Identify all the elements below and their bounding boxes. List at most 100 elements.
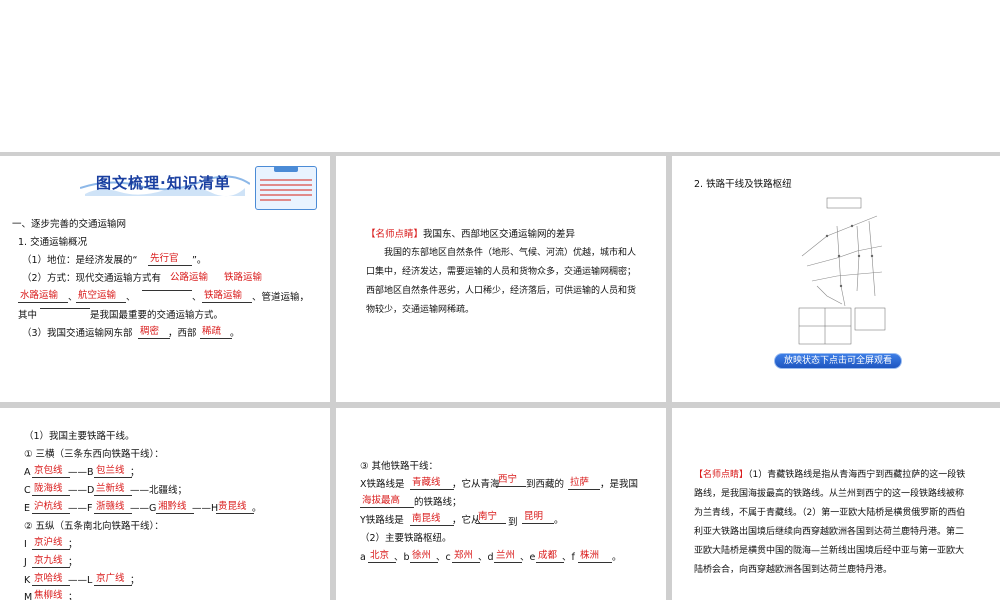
answer-blank: 航空运输 [76,290,126,303]
text-fragment: X铁路线是 [360,479,405,490]
label-letter: M [24,592,33,600]
text-fragment: （3）我国交通运输网东部 [22,328,133,339]
label-letter: E [24,503,31,514]
answer-blank: 海拔最高 [360,495,414,508]
text-line: ② 五纵（五条南北向铁路干线）： [24,521,164,532]
answer-blank: 陇海线 [32,483,70,496]
text-fragment: ——北疆线； [130,485,188,496]
text-fragment: ； [130,467,140,478]
text-fragment: 、d [478,552,494,563]
text-fragment: ——B [68,467,94,478]
teacher-tip-body: 我国的东部地区自然条件（地形、气候、河流）优越，城市和人口集中，经济发达，需要运… [366,248,637,315]
answer-blank: 浙赣线 [94,501,132,514]
label-letter: J [24,557,27,568]
text-line: ① 三横（三条东西向铁路干线）： [24,449,164,460]
teacher-tip-tag: 【名师点睛】 [366,229,424,240]
answer-blank: 稀疏 [200,326,232,339]
text-fragment: ； [68,592,78,600]
text-fragment: ； [68,557,78,568]
answer-blank: 先行官 [148,253,192,266]
answer-blank: 京九线 [32,555,70,568]
slide-teacher-tip-east-west[interactable]: 【名师点睛】我国东、西部地区交通运输网的差异 我国的东部地区自然条件（地形、气候… [336,156,666,402]
slide-title: 2. 铁路干线及铁路枢纽 [694,179,792,190]
text-fragment: 、 [126,292,136,303]
teacher-tip-body: （1）青藏铁路线是指从青海西宁到西藏拉萨的这一段铁路线，是我国海拔最高的铁路线。… [694,470,966,575]
text-fragment: ，它从青海 [452,479,500,490]
label-letter: a [360,552,366,563]
text-fragment: 。 [252,503,262,514]
answer-blank: 拉萨 [568,477,600,490]
answer-blank: 焦柳线 [32,590,70,600]
answer-blank: 稠密 [138,326,170,339]
fullscreen-play-button[interactable]: 放映状态下点击可全屏观看 [774,353,902,369]
text-fragment: 到 [508,517,518,528]
text-fragment: ； [68,539,78,550]
slide-railway-map[interactable]: 2. 铁路干线及铁路枢纽 放映状态下点击可全屏观看 [672,156,1000,402]
answer-blank: 水路运输 [18,290,68,303]
text-fragment: ——D [68,485,95,496]
answer-blank: 京哈线 [32,573,70,586]
answer-text: 铁路运输 [224,272,263,283]
answer-blank: 贵昆线 [216,501,254,514]
text-fragment: 、c [436,552,451,563]
text-fragment: ——F [68,503,93,514]
text-fragment: 、f [562,552,575,563]
answer-blank: 兰新线 [94,483,132,496]
label-letter: I [24,539,27,550]
answer-blank: 株洲 [578,550,612,563]
text-fragment: 是我国最重要的交通运输方式。 [90,310,224,321]
answer-text: 公路运输 [170,272,209,283]
text-fragment: 其中 [18,310,38,321]
text-fragment: ——G [130,503,157,514]
answer-blank: 沪杭线 [32,501,70,514]
slide-teacher-tip-railways[interactable]: 【名师点睛】（1）青藏铁路线是指从青海西宁到西藏拉萨的这一段铁路线，是我国海拔最… [672,408,1000,600]
subsection-heading: 1. 交通运输概况 [18,237,88,248]
section-heading: 一、逐步完善的交通运输网 [12,219,127,230]
answer-blank: 京包线 [32,465,70,478]
label-letter: C [24,485,31,496]
tip-note-box [255,166,317,210]
teacher-tip-title: 我国东、西部地区交通运输网的差异 [423,229,576,240]
answer-blank: 兰州 [494,550,522,563]
answer-blank: 南昆线 [410,513,454,526]
text-fragment: ——H [192,503,219,514]
text-fragment: 到西藏的 [526,479,565,490]
text-fragment: 。 [554,515,564,526]
answer-blank: 湘黔线 [156,501,194,514]
answer-blank: 郑州 [452,550,480,563]
answer-blank: 西宁 [496,474,526,487]
answer-blank: 包兰线 [94,465,132,478]
answer-blank-empty [40,308,90,309]
answer-blank-empty [142,290,192,291]
railway-map-image [798,197,886,345]
slide-knowledge-list[interactable]: 图文梳理·知识清单 一、逐步完善的交通运输网 1. 交通运输概况 （1）地位：是… [0,156,330,402]
teacher-tip-tag: 【名师点睛】 [694,470,749,480]
slide-main-railways[interactable]: （1）我国主要铁路干线。 ① 三横（三条东西向铁路干线）： A 京包线 ——B … [0,408,330,600]
text-fragment: 。 [612,552,622,563]
answer-blank: 北京 [368,550,396,563]
answer-blank: 南宁 [476,511,506,524]
text-fragment: ”。 [192,255,207,266]
text-fragment: 、e [520,552,536,563]
text-fragment: ； [130,575,140,586]
answer-blank: 徐州 [410,550,438,563]
text-fragment: 、b [394,552,410,563]
text-fragment: 、管道运输， [252,292,310,303]
text-line: ③ 其他铁路干线： [360,461,439,472]
label-letter: K [24,575,31,586]
answer-blank: 京广线 [94,573,132,586]
text-fragment: ——L [68,575,93,586]
text-line: （1）我国主要铁路干线。 [24,431,135,442]
text-fragment: 的铁路线； [414,497,462,508]
text-fragment: 、 [192,292,202,303]
answer-blank: 青藏线 [410,477,454,490]
text-fragment: Y铁路线是 [360,515,404,526]
label-letter: A [24,467,31,478]
slide-other-railways[interactable]: ③ 其他铁路干线： X铁路线是 青藏线 ，它从青海 西宁 到西藏的 拉萨 ，是我… [336,408,666,600]
slide-title: 图文梳理·知识清单 [96,174,231,192]
text-fragment: ，西部 [168,328,197,339]
answer-blank: 铁路运输 [202,290,252,303]
status-line-prefix: （1）地位：是经济发展的“ [22,255,138,266]
answer-blank: 昆明 [522,511,554,524]
text-fragment: ，是我国 [600,479,639,490]
